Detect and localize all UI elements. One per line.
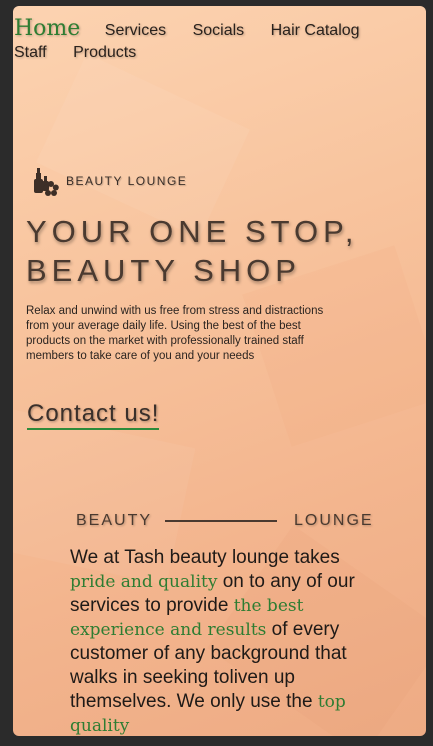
about-text: We at Tash beauty lounge takes [70, 547, 340, 568]
about-highlight: pride and quality [70, 572, 218, 592]
nav-hair-catalog-link[interactable]: Hair Catalog [271, 22, 360, 39]
headline-line-1: YOUR ONE STOP, [26, 214, 359, 249]
nav-staff-link[interactable]: Staff [14, 44, 47, 61]
nav-socials-link[interactable]: Socials [193, 22, 245, 39]
hero-headline: YOUR ONE STOP, BEAUTY SHOP [26, 212, 421, 290]
section-divider: BEAUTY LOUNGE [76, 512, 376, 532]
background-shape [36, 53, 250, 239]
top-nav: Home Services Socials Hair Catalog Staff… [14, 18, 414, 64]
brand-row: BEAUTY LOUNGE [29, 164, 187, 198]
divider-right-label: LOUNGE [294, 512, 374, 529]
page-frame: Home Services Socials Hair Catalog Staff… [13, 6, 426, 736]
about-paragraph: We at Tash beauty lounge takes pride and… [70, 546, 370, 736]
hero-intro-text: Relax and unwind with us free from stres… [26, 305, 324, 362]
beauty-products-flower-icon [34, 168, 59, 196]
nav-home-link[interactable]: Home [14, 16, 80, 41]
contact-us-link[interactable]: Contact us! [27, 400, 160, 430]
divider-left-label: BEAUTY [76, 512, 153, 529]
divider-line [165, 520, 277, 522]
headline-line-2: BEAUTY SHOP [26, 253, 301, 288]
brand-name: BEAUTY LOUNGE [66, 174, 188, 188]
nav-products-link[interactable]: Products [73, 44, 136, 61]
nav-services-link[interactable]: Services [105, 22, 166, 39]
